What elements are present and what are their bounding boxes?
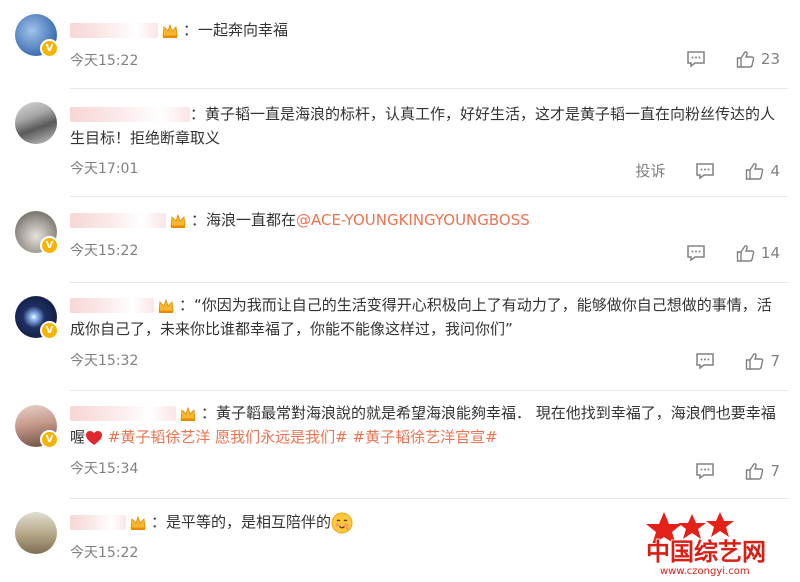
username-blurred[interactable] [70,107,190,122]
comment-text: ：一起奔向幸福 [183,21,289,39]
like-count: 23 [760,50,780,68]
svg-text:www.czongyi.com: www.czongyi.com [660,566,750,577]
star-icon [706,512,734,537]
comment-icon [696,353,715,370]
avatar[interactable]: V [15,296,59,340]
like-count: 7 [770,462,780,480]
blushing-face-emoji-icon [331,512,353,533]
comment-time: 今天15:22 [70,545,139,561]
crown-icon [162,23,178,38]
username-blurred[interactable] [70,23,158,38]
like-count: 7 [770,352,780,370]
avatar[interactable] [15,512,57,554]
thumbs-up-icon [736,245,755,262]
report-label: 投诉 [635,162,666,180]
star-icon [678,514,706,539]
username-blurred[interactable] [70,213,166,228]
like-button[interactable]: 23 [736,50,780,68]
verified-badge-icon: V [40,39,59,58]
username-blurred[interactable] [70,406,176,421]
avatar[interactable]: V [15,405,59,449]
like-button[interactable]: 7 [745,352,780,370]
svg-text:中国综艺网: 中国综艺网 [646,538,766,566]
username-blurred[interactable] [70,515,126,530]
comment-icon [696,463,715,480]
comment-time: 今天15:34 [70,461,139,477]
reply-button[interactable] [686,50,706,68]
crown-icon [170,213,186,228]
like-button[interactable]: 4 [745,162,780,180]
verified-badge-icon: V [40,236,59,255]
thumbs-up-icon [746,162,764,180]
hashtag-link[interactable]: #黄子韬徐艺洋 愿我们永远是我们# [108,428,348,446]
thumbs-up-icon [746,463,764,480]
comment-icon [687,51,705,68]
avatar[interactable]: V [15,211,59,255]
comment-text: ：“你因为我而让自己的生活变得开心积极向上了有动力了，能够做你自己想做的事情，活… [70,296,772,338]
comment-icon [687,245,705,262]
comment-time: 今天17:01 [70,161,139,177]
like-count: 14 [760,244,780,262]
hashtag-link[interactable]: #黄子韬徐艺洋官宣# [353,428,498,446]
comment-time: 今天15:22 [70,53,139,69]
verified-badge-icon: V [40,321,59,340]
avatar[interactable] [15,102,57,144]
like-count: 4 [770,161,780,180]
avatar[interactable]: V [15,14,59,58]
reply-button[interactable] [695,462,715,480]
crown-icon [158,298,174,313]
verified-badge-icon: V [40,430,59,449]
reply-button[interactable] [686,244,706,262]
thumbs-up-icon [746,353,764,370]
comment-time: 今天15:22 [70,243,139,259]
thumbs-up-icon [736,51,755,68]
username-blurred[interactable] [70,298,154,313]
crown-icon [180,406,196,421]
comment-icon [696,162,715,179]
report-button[interactable]: 投诉 [635,160,665,181]
reply-button[interactable] [695,162,715,180]
site-watermark-logo: 中国综艺网 www.czongyi.com [634,510,794,578]
comment-text: ：是平等的，是相互陪伴的 [151,513,332,531]
like-button[interactable]: 7 [745,462,780,480]
heart-emoji-icon [86,430,103,445]
like-button[interactable]: 14 [736,244,780,262]
crown-icon [130,515,146,530]
mention-link[interactable]: @ACE-YOUNGKINGYOUNGBOSS [296,211,530,229]
comment-time: 今天15:32 [70,353,139,369]
reply-button[interactable] [695,352,715,370]
comment-text: ：海浪一直都在 [191,211,297,229]
